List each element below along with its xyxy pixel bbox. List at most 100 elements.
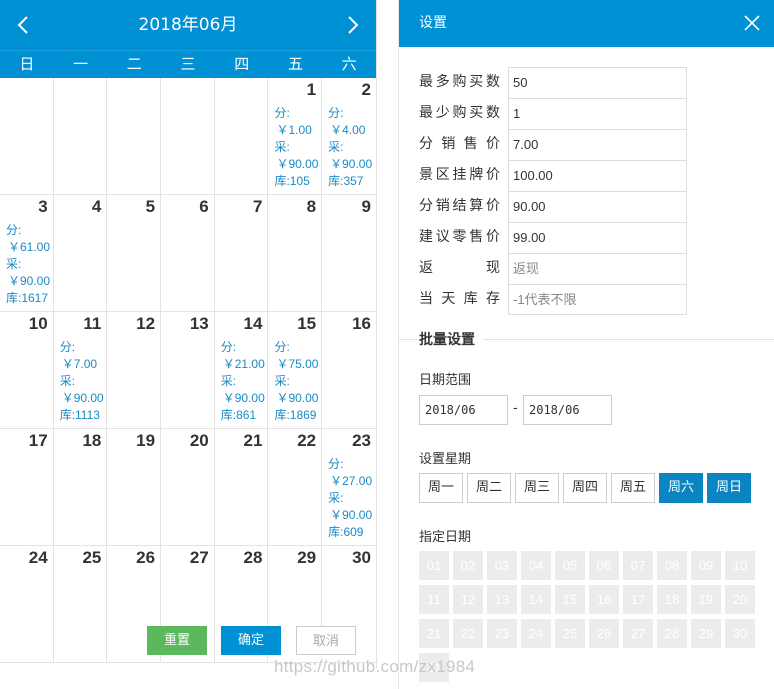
calendar-day-cell[interactable]: 17	[0, 429, 54, 545]
next-month-button[interactable]	[330, 0, 376, 50]
calendar-day-cell[interactable]: 12	[107, 312, 162, 428]
day-number: 28	[243, 548, 263, 567]
field-input[interactable]: 1	[508, 98, 687, 129]
calendar-title: 2018年06月	[138, 15, 238, 35]
distribution-label: 分:	[328, 457, 344, 471]
field-input[interactable]: -1代表不限	[508, 284, 687, 315]
calendar-day-cell[interactable]: 3 分: ￥61.00 采: ￥90.00 库:1617	[0, 195, 54, 311]
calendar-day-cell[interactable]: 1 分: ￥1.00 采: ￥90.00 库:105	[268, 78, 323, 194]
field-label-char: 价	[486, 229, 500, 245]
calendar-day-cell[interactable]: 21	[215, 429, 269, 545]
calendar-day-cell[interactable]: 18	[54, 429, 108, 545]
calendar-day-cell[interactable]: 15 分: ￥75.00 采: ￥90.00 库:1869	[268, 312, 323, 428]
calendar-grid: 1 分: ￥1.00 采: ￥90.00 库:105 2 分: ￥4.00 采: ￥90.00 库:3…	[0, 78, 376, 663]
calendar-day-cell[interactable]: 13	[161, 312, 215, 428]
day-price-info: 分: ￥61.00 采: ￥90.00 库:1617	[6, 222, 50, 307]
calendar-empty-cell	[0, 78, 54, 194]
confirm-button[interactable]: 确定	[221, 626, 281, 655]
field-label-char: 现	[486, 260, 500, 276]
calendar-day-cell[interactable]: 2 分: ￥4.00 采: ￥90.00 库:357	[322, 78, 376, 194]
calendar-day-cell[interactable]: 23 分: ￥27.00 采: ￥90.00 库:609	[322, 429, 376, 545]
date-chip[interactable]: 14	[521, 585, 551, 614]
date-chip[interactable]: 23	[487, 619, 517, 648]
date-chip[interactable]: 20	[725, 585, 755, 614]
date-chip[interactable]: 12	[453, 585, 483, 614]
calendar-day-cell[interactable]: 19	[107, 429, 162, 545]
date-chip[interactable]: 22	[453, 619, 483, 648]
calendar-day-cell[interactable]: 16	[322, 312, 376, 428]
weekday-toggle[interactable]: 周二	[467, 473, 511, 503]
date-chip[interactable]: 05	[555, 551, 585, 580]
date-chip[interactable]: 25	[555, 619, 585, 648]
date-chip[interactable]: 07	[623, 551, 653, 580]
day-number: 21	[243, 431, 263, 450]
day-number: 1	[306, 80, 317, 99]
date-chip[interactable]: 21	[419, 619, 449, 648]
field-label-char: 返	[419, 260, 433, 276]
date-chip[interactable]: 16	[589, 585, 619, 614]
calendar-day-cell[interactable]: 22	[268, 429, 323, 545]
date-chip[interactable]: 19	[691, 585, 721, 614]
date-chip[interactable]: 30	[725, 619, 755, 648]
calendar-day-cell[interactable]: 7	[215, 195, 269, 311]
date-to-input[interactable]: 2018/06	[523, 395, 612, 425]
weekday-toggle[interactable]: 周五	[611, 473, 655, 503]
day-number: 2	[361, 80, 371, 99]
date-chip[interactable]: 26	[589, 619, 619, 648]
calendar-day-cell[interactable]: 5	[107, 195, 162, 311]
date-chip[interactable]: 03	[487, 551, 517, 580]
calendar-week-row: 10 11 分: ￥7.00 采: ￥90.00 库:1113 12 13 14 分: ￥21.00 采…	[0, 312, 376, 429]
reset-button[interactable]: 重置	[147, 626, 207, 655]
date-chip[interactable]: 29	[691, 619, 721, 648]
date-from-input[interactable]: 2018/06	[419, 395, 508, 425]
field-label-char: 议	[435, 229, 450, 245]
settings-header: 设置	[399, 0, 774, 47]
date-chip[interactable]: 15	[555, 585, 585, 614]
date-chip[interactable]: 11	[419, 585, 449, 614]
cancel-button[interactable]: 取消	[296, 626, 356, 655]
field-input[interactable]: 7.00	[508, 129, 687, 160]
date-chip[interactable]: 24	[521, 619, 551, 648]
field-label-char: 多	[435, 74, 450, 90]
date-chip[interactable]: 01	[419, 551, 449, 580]
date-chip[interactable]: 28	[657, 619, 687, 648]
date-chip[interactable]: 02	[453, 551, 483, 580]
weekday-toggle[interactable]: 周一	[419, 473, 463, 503]
weekday-toggle[interactable]: 周三	[515, 473, 559, 503]
date-chip[interactable]: 13	[487, 585, 517, 614]
field-input[interactable]: 99.00	[508, 222, 687, 253]
close-icon[interactable]	[743, 14, 761, 32]
weekday-toggle[interactable]: 周四	[563, 473, 607, 503]
calendar-day-cell[interactable]: 9	[322, 195, 376, 311]
field-input[interactable]: 100.00	[508, 160, 687, 191]
distribution-label: 分:	[220, 340, 237, 354]
date-chip[interactable]: 17	[623, 585, 653, 614]
day-number: 22	[297, 431, 317, 450]
date-chip[interactable]: 09	[691, 551, 721, 580]
day-number: 14	[243, 314, 263, 333]
calendar-day-cell[interactable]: 8	[268, 195, 323, 311]
calendar-day-cell[interactable]: 20	[161, 429, 215, 545]
field-label-char: 算	[469, 198, 484, 214]
date-chip[interactable]: 27	[623, 619, 653, 648]
calendar-day-cell[interactable]: 6	[161, 195, 215, 311]
calendar-day-cell[interactable]: 10	[0, 312, 54, 428]
date-chip[interactable]: 04	[521, 551, 551, 580]
field-label-char: 分	[419, 136, 433, 152]
calendar-day-cell[interactable]: 11 分: ￥7.00 采: ￥90.00 库:1113	[54, 312, 108, 428]
calendar-day-cell[interactable]: 14 分: ￥21.00 采: ￥90.00 库:861	[215, 312, 269, 428]
field-input[interactable]: 90.00	[508, 191, 687, 222]
calendar-day-cell[interactable]: 4	[54, 195, 108, 311]
date-chip[interactable]: 08	[657, 551, 687, 580]
date-chip[interactable]: 06	[589, 551, 619, 580]
day-number: 6	[199, 197, 209, 216]
date-chip[interactable]: 18	[657, 585, 687, 614]
calendar-week-row: 17 18 19 20 21 22 23 分: ￥27.00 采: ￥90.00 库:609	[0, 429, 376, 546]
field-input[interactable]: 50	[508, 67, 687, 98]
day-number: 5	[145, 197, 156, 216]
weekday-toggle[interactable]: 周六	[659, 473, 703, 503]
weekday-toggle[interactable]: 周日	[707, 473, 751, 503]
date-chip[interactable]: 10	[725, 551, 755, 580]
field-input[interactable]: 返现	[508, 253, 687, 284]
field-label-char: 价	[486, 198, 500, 214]
